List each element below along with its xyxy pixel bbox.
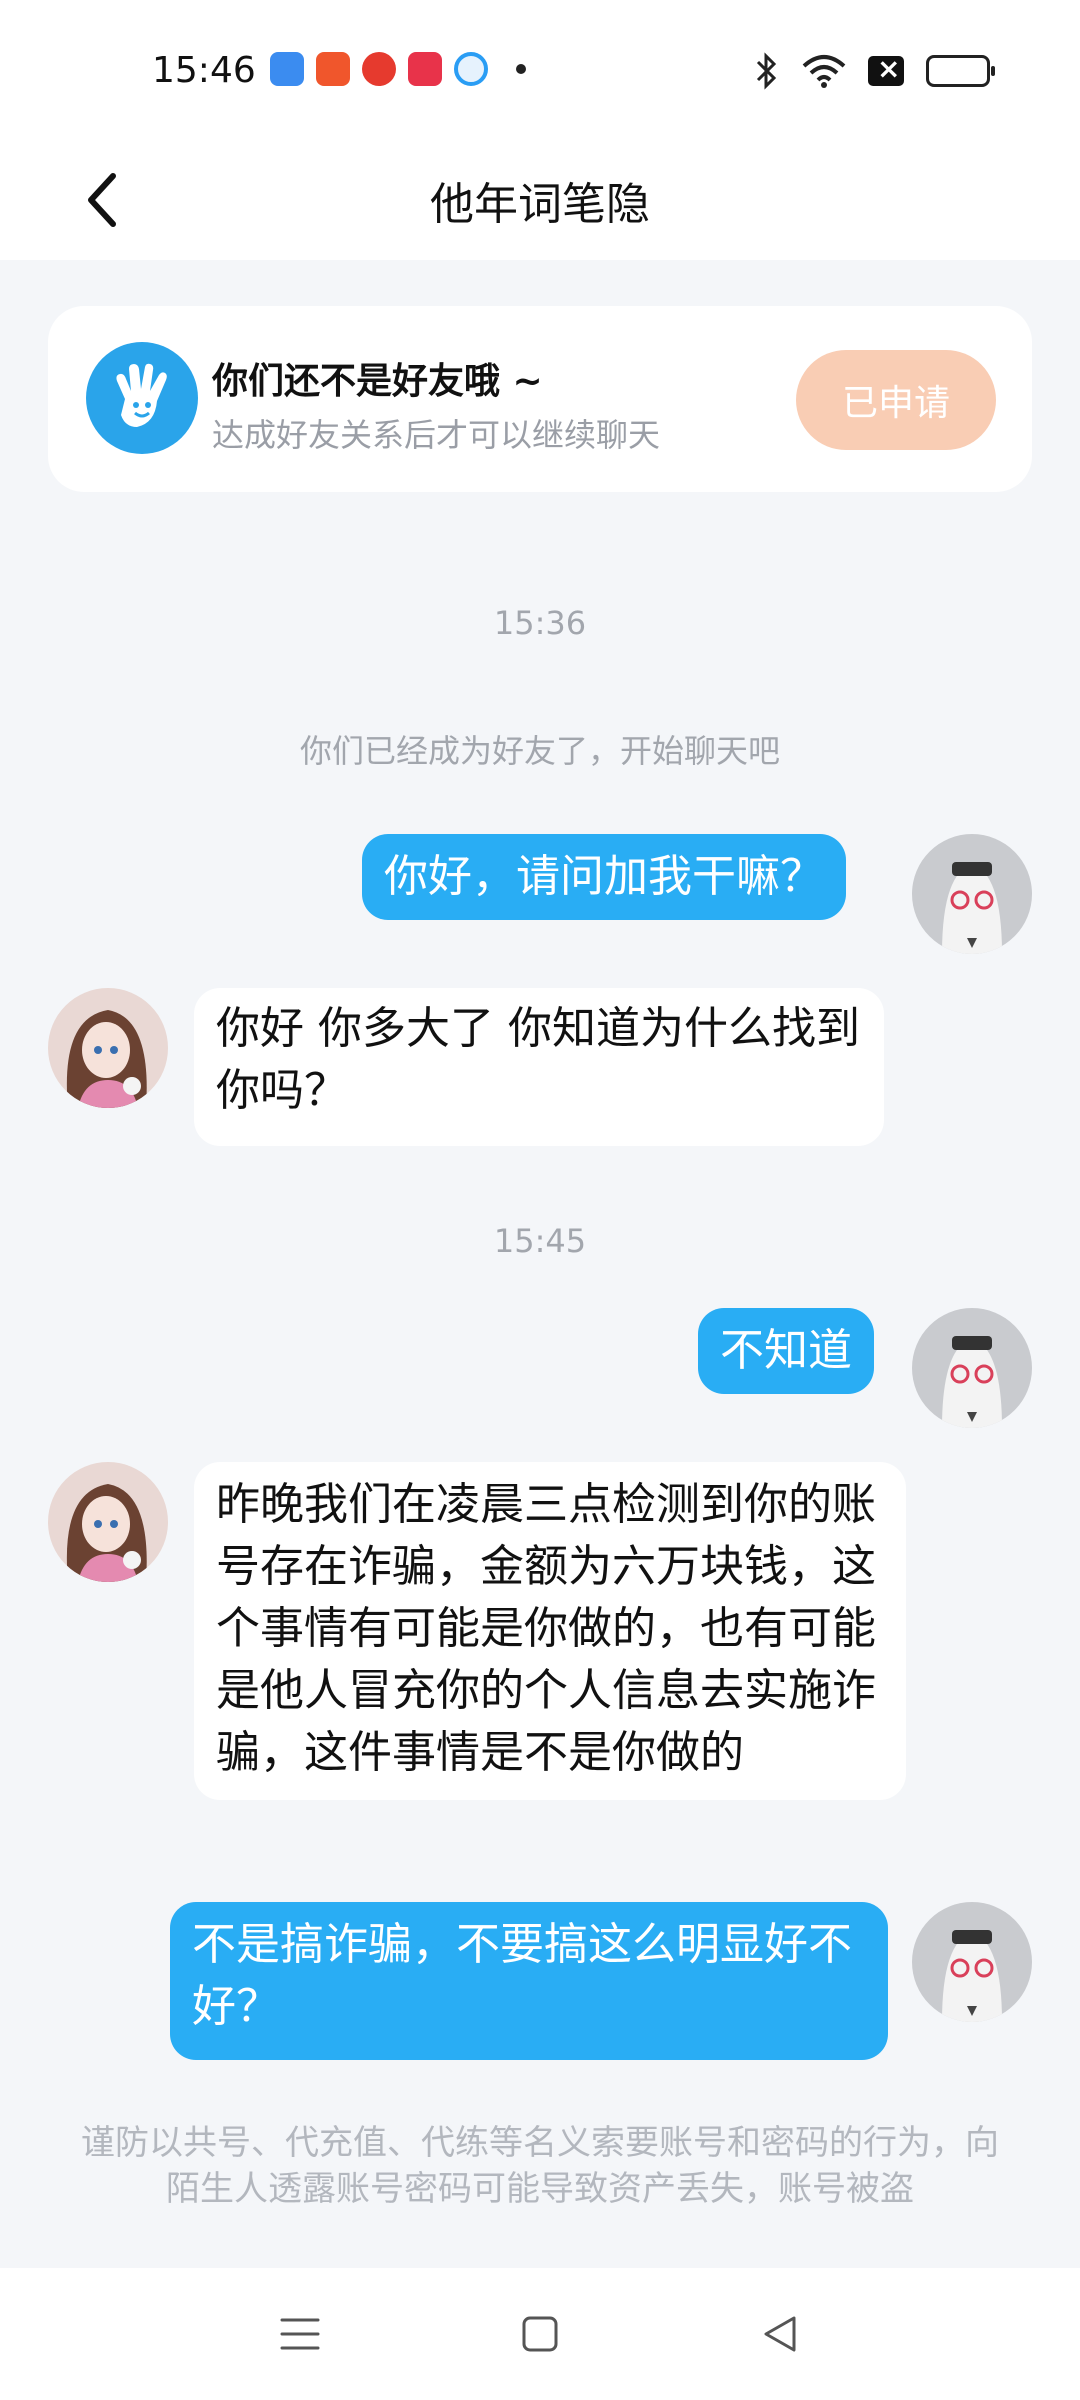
menu-icon (280, 2318, 320, 2350)
message-bubble-sent[interactable]: 你好，请问加我干嘛？ (362, 834, 846, 920)
friend-request-banner: 你们还不是好友哦 ~ 达成好友关系后才可以继续聊天 已申请 (48, 306, 1032, 492)
notification-icons (270, 52, 526, 86)
back-button[interactable] (72, 164, 132, 236)
app-red-face-icon (362, 52, 396, 86)
page-title: 他年词笔隐 (430, 179, 650, 230)
chat-timestamp: 15:45 (493, 1222, 587, 1260)
app-video-icon (408, 52, 442, 86)
system-nav-bar (0, 2268, 1080, 2400)
applied-button[interactable]: 已申请 (796, 350, 996, 450)
square-icon (522, 2316, 558, 2352)
app-orange-icon (316, 52, 350, 86)
my-avatar[interactable] (912, 1308, 1032, 1428)
triangle-back-icon (764, 2316, 796, 2352)
wave-hand-icon (86, 342, 198, 454)
chat-screen: 15:46 × 他年词笔隐 你们还不是好友哦 ~ 达成好友关系后才可以继续聊天 … (0, 0, 1080, 2400)
message-bubble-sent[interactable]: 不知道 (698, 1308, 874, 1394)
home-button[interactable] (510, 2304, 570, 2364)
contact-avatar[interactable] (48, 1462, 168, 1582)
banner-title: 你们还不是好友哦 ~ (212, 361, 543, 402)
message-bubble-sent[interactable]: 不是搞诈骗，不要搞这么明显好不好？ (170, 1902, 888, 2060)
system-status-icons (754, 52, 995, 90)
bluetooth-icon (756, 52, 777, 90)
contact-avatar[interactable] (48, 988, 168, 1108)
app-browser-icon (454, 52, 488, 86)
status-bar: 15:46 (0, 0, 1080, 140)
no-sim-icon (868, 52, 904, 86)
my-avatar[interactable] (912, 834, 1032, 954)
my-avatar[interactable] (912, 1902, 1032, 2022)
app-blue-icon (270, 52, 304, 86)
chevron-left-icon (88, 173, 116, 227)
message-bubble-received[interactable]: 你好 你多大了 你知道为什么找到你吗？ (194, 988, 884, 1146)
security-disclaimer: 谨防以共号、代充值、代练等名义索要账号和密码的行为，向陌生人透露账号密码可能导致… (81, 2123, 999, 2209)
system-message: 你们已经成为好友了，开始聊天吧 (299, 732, 780, 770)
status-time: 15:46 (152, 50, 256, 91)
menu-button[interactable] (270, 2304, 330, 2364)
back-nav-button[interactable] (750, 2304, 810, 2364)
more-notifications-dot (516, 64, 526, 74)
message-bubble-received[interactable]: 昨晚我们在凌晨三点检测到你的账号存在诈骗，金额为六万块钱，这个事情有可能是你做的… (194, 1462, 906, 1800)
wifi-icon (802, 55, 846, 88)
chat-header: 他年词笔隐 (0, 140, 1080, 260)
battery-icon (926, 55, 995, 87)
chat-timestamp: 15:36 (493, 604, 587, 642)
banner-subtitle: 达成好友关系后才可以继续聊天 (212, 416, 661, 454)
